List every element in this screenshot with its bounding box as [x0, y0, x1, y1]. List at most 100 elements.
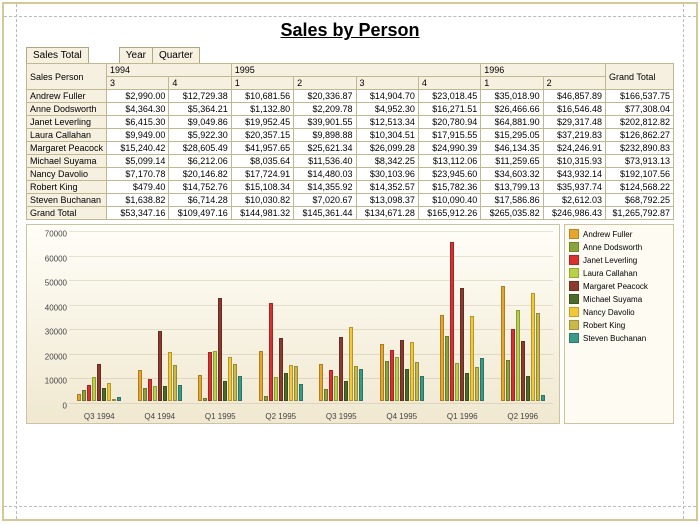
- tab-quarter[interactable]: Quarter: [152, 47, 200, 63]
- bar: [77, 394, 81, 401]
- header-quarter[interactable]: 2: [543, 77, 605, 90]
- header-year-1995[interactable]: 1995: [231, 64, 481, 77]
- x-tick-label: Q1 1996: [447, 412, 478, 421]
- bar: [344, 381, 348, 401]
- tab-sales-total[interactable]: Sales Total: [26, 47, 89, 63]
- header-quarter[interactable]: 3: [107, 77, 169, 90]
- cell-grand-value: $109,497.16: [169, 207, 231, 220]
- legend-swatch: [569, 320, 579, 330]
- bar: [390, 350, 394, 401]
- row-person-label: Michael Suyama: [27, 155, 107, 168]
- bar: [329, 370, 333, 401]
- header-year-1994[interactable]: 1994: [107, 64, 232, 77]
- table-row: Nancy Davolio$7,170.78$20,146.82$17,724.…: [27, 168, 674, 181]
- legend-swatch: [569, 268, 579, 278]
- cell-value: $479.40: [107, 181, 169, 194]
- cell-value: $23,945.60: [418, 168, 480, 181]
- bar: [480, 358, 484, 401]
- cell-value: $2,209.78: [294, 103, 356, 116]
- bar: [269, 303, 273, 401]
- bar: [158, 331, 162, 401]
- header-quarter[interactable]: 1: [231, 77, 293, 90]
- bar: [395, 357, 399, 401]
- bar: [168, 352, 172, 402]
- row-person-label: Janet Leverling: [27, 116, 107, 129]
- legend-swatch: [569, 281, 579, 291]
- header-quarter[interactable]: 2: [294, 77, 356, 90]
- cell-value: $17,586.86: [481, 194, 543, 207]
- cell-value: $2,612.03: [543, 194, 605, 207]
- cell-grand-value: $246,986.43: [543, 207, 605, 220]
- cell-value: $4,364.30: [107, 103, 169, 116]
- bar: [228, 357, 232, 401]
- x-tick-label: Q3 1995: [326, 412, 357, 421]
- tab-year[interactable]: Year: [119, 47, 153, 63]
- bar: [223, 381, 227, 401]
- bar: [213, 351, 217, 401]
- bar: [450, 242, 454, 401]
- bar: [82, 390, 86, 401]
- row-person-label: Laura Callahan: [27, 129, 107, 142]
- legend-label: Steven Buchanan: [583, 334, 646, 343]
- cell-value: $35,937.74: [543, 181, 605, 194]
- cell-value: $14,752.76: [169, 181, 231, 194]
- table-row: Janet Leverling$6,415.30$9,049.86$19,952…: [27, 116, 674, 129]
- bar: [385, 361, 389, 401]
- cell-value: $15,240.42: [107, 142, 169, 155]
- header-quarter[interactable]: 4: [169, 77, 231, 90]
- legend-label: Nancy Davolio: [583, 308, 635, 317]
- header-year-1996[interactable]: 1996: [481, 64, 606, 77]
- cell-row-total: $126,862.27: [606, 129, 674, 142]
- cell-value: $10,681.56: [231, 90, 293, 103]
- cell-value: $64,881.90: [481, 116, 543, 129]
- cell-value: $7,020.67: [294, 194, 356, 207]
- cell-value: $5,922.30: [169, 129, 231, 142]
- legend-swatch: [569, 294, 579, 304]
- cell-grand-value: $53,347.16: [107, 207, 169, 220]
- bar: [208, 352, 212, 401]
- cell-value: $2,990.00: [107, 90, 169, 103]
- cell-value: $35,018.90: [481, 90, 543, 103]
- bar: [259, 351, 263, 401]
- x-tick-label: Q1 1995: [205, 412, 236, 421]
- x-tick-label: Q2 1995: [265, 412, 296, 421]
- cell-row-total: $77,308.04: [606, 103, 674, 116]
- y-tick-label: 30000: [27, 328, 67, 337]
- cell-row-total: $192,107.56: [606, 168, 674, 181]
- header-quarter[interactable]: 1: [481, 77, 543, 90]
- cell-value: $24,990.39: [418, 142, 480, 155]
- cell-value: $19,952.45: [231, 116, 293, 129]
- cell-value: $20,146.82: [169, 168, 231, 181]
- bar: [279, 338, 283, 401]
- y-tick-label: 40000: [27, 303, 67, 312]
- header-sales-person: Sales Person: [27, 64, 107, 90]
- cell-grand-value: $165,912.26: [418, 207, 480, 220]
- cell-row-total: $232,890.83: [606, 142, 674, 155]
- bar: [470, 316, 474, 401]
- cell-value: $15,782.36: [418, 181, 480, 194]
- bar: [274, 377, 278, 401]
- legend-item: Margaret Peacock: [569, 281, 669, 291]
- cell-value: $1,132.80: [231, 103, 293, 116]
- table-row: Anne Dodsworth$4,364.30$5,364.21$1,132.8…: [27, 103, 674, 116]
- grand-total-row: Grand Total$53,347.16$109,497.16$144,981…: [27, 207, 674, 220]
- bar: [380, 344, 384, 401]
- row-person-label: Margaret Peacock: [27, 142, 107, 155]
- cell-value: $15,295.05: [481, 129, 543, 142]
- header-quarter[interactable]: 4: [418, 77, 480, 90]
- cell-value: $11,536.40: [294, 155, 356, 168]
- cell-row-total: $166,537.75: [606, 90, 674, 103]
- bar-group: [440, 242, 484, 401]
- bar: [107, 383, 111, 401]
- cell-value: $30,103.96: [356, 168, 418, 181]
- bar: [218, 298, 222, 401]
- cell-value: $39,901.55: [294, 116, 356, 129]
- y-tick-label: 50000: [27, 279, 67, 288]
- cell-value: $14,355.92: [294, 181, 356, 194]
- cell-value: $10,315.93: [543, 155, 605, 168]
- bar: [521, 341, 525, 401]
- bar: [405, 369, 409, 401]
- bar: [334, 376, 338, 401]
- legend-swatch: [569, 229, 579, 239]
- header-quarter[interactable]: 3: [356, 77, 418, 90]
